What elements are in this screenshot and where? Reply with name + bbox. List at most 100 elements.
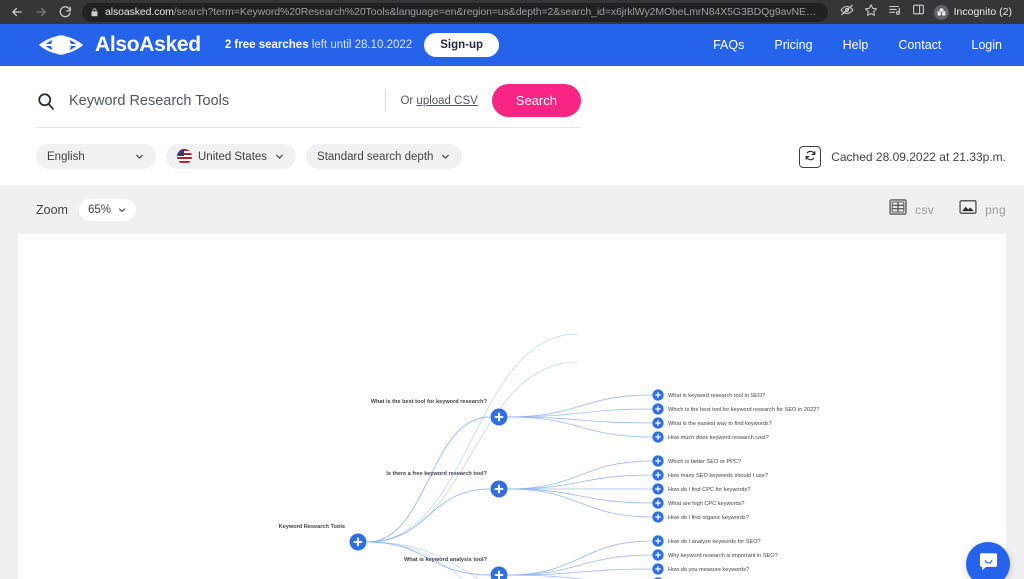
search-row: Or upload CSV Search [36,84,581,128]
graph-node-label: What are high CPC keywords? [668,501,744,507]
upload-csv-group: Or upload CSV [400,95,477,107]
forward-button[interactable] [30,1,52,23]
cached-text: Cached 28.09.2022 at 21.33p.m. [831,149,1006,164]
graph-leaf-node-3-2[interactable] [652,549,664,561]
zoom-select[interactable]: 65% [78,198,136,221]
site-header: AlsoAsked 2 free searches left until 28.… [0,24,1024,66]
graph-node-label: Why keyword research is important in SEO… [668,553,778,559]
graph-edge [507,460,654,490]
reading-list-icon [888,3,902,22]
back-button[interactable] [6,1,28,23]
header-nav: FAQs Pricing Help Contact Login [713,38,1002,52]
upload-csv-link[interactable]: upload CSV [416,95,477,107]
graph-node-label: What is the best tool for keyword resear… [371,399,488,405]
graph-edge [507,474,654,490]
graph-leaf-node-1-1[interactable] [652,389,664,401]
nav-item-contact[interactable]: Contact [898,38,941,52]
graph-leaf-node-3-3[interactable] [652,563,664,575]
forward-arrow-icon [34,5,48,19]
graph-branch-node-2[interactable] [490,480,508,498]
graph-node-label: How much does keyword research cost? [668,435,769,441]
reload-icon [58,5,72,19]
graph-svg: Keyword Research Tools What is the best t… [279,333,819,579]
brand-name: AlsoAsked [95,33,201,56]
region-select[interactable]: United States [166,144,297,169]
graph-edge [366,416,491,543]
graph-leaf-node-2-1[interactable] [652,455,664,467]
graph-node-label: Which is the best tool for keyword resea… [668,407,819,413]
graph-node-label: Keyword Research Tools [279,524,345,530]
search-button[interactable]: Search [491,84,581,117]
chevron-down-icon [440,151,451,162]
free-searches-notice: 2 free searches left until 28.10.2022 [225,39,412,51]
export-png-button[interactable]: png [958,197,1006,222]
graph-root-node[interactable] [349,533,367,551]
graph-leaf-node-1-2[interactable] [652,403,664,415]
export-csv-button[interactable]: csv [888,197,934,222]
graph-branch-node-1[interactable] [490,408,508,426]
brand-logo-link[interactable]: AlsoAsked [36,33,201,57]
reading-list-button[interactable] [884,1,906,23]
chevron-down-icon [274,151,285,162]
reload-button[interactable] [54,1,76,23]
export-png-label: png [985,202,1006,217]
incognito-avatar-icon [933,4,949,20]
graph-leaf-node-3-1[interactable] [652,535,664,547]
graph-edge [507,488,654,504]
address-bar[interactable]: alsoasked.com/search?term=Keyword%20Rese… [82,2,828,22]
filter-row: English United States Standard search de… [0,128,1024,185]
nav-item-faqs[interactable]: FAQs [713,38,744,52]
graph-branch-node-3[interactable] [490,566,508,579]
graph-leaf-node-1-4[interactable] [652,431,664,443]
signup-button[interactable]: Sign-up [424,33,499,57]
graph-leaf-node-2-2[interactable] [652,469,664,481]
graph-edge [507,574,585,579]
language-value: English [47,150,85,163]
graph-node-label: How do I analyze keywords for SEO? [668,539,761,545]
graph-edge [366,361,579,543]
graph-leaf-node-2-5[interactable] [652,511,664,523]
image-icon [958,197,978,222]
star-icon [864,3,878,22]
refresh-button[interactable] [799,145,822,168]
graph-edge [366,488,491,543]
search-input[interactable] [69,92,380,109]
nav-item-login[interactable]: Login [971,38,1002,52]
zoom-label: Zoom [36,202,68,217]
search-section: Or upload CSV Search [0,66,1024,128]
search-depth-select[interactable]: Standard search depth [306,144,463,169]
graph-leaf-node-2-4[interactable] [652,497,664,509]
graph-edge [507,394,654,418]
url-host: alsoasked.com [105,6,174,18]
export-group: csv png [888,197,1006,222]
graph-leaf-node-2-3[interactable] [652,483,664,495]
nav-item-help[interactable]: Help [843,38,869,52]
free-searches-count: 2 free searches [224,39,309,51]
lock-icon [90,7,99,17]
graph-canvas-area: Keyword Research Tools What is the best t… [0,234,1024,579]
cached-status: Cached 28.09.2022 at 21.33p.m. [799,145,1006,168]
url-path: /search?term=Keyword%20Research%20Tools&… [173,6,820,18]
nav-item-pricing[interactable]: Pricing [774,38,812,52]
profile-button[interactable]: Incognito (2) [932,4,1018,20]
zoom-toolbar: Zoom 65% csv png [0,185,1024,234]
browser-right-controls: Incognito (2) [836,1,1018,23]
side-panel-icon [912,3,925,21]
export-csv-label: csv [915,202,935,217]
graph-leaf-node-1-3[interactable] [652,417,664,429]
graph-node-label: How do I find organic keywords? [668,515,749,521]
chat-bubble-icon [977,550,1000,578]
graph-node-label: How do you measure keywords? [668,567,749,573]
bookmark-button[interactable] [860,1,882,23]
zoom-value: 65% [87,203,111,216]
graph-node-label: What is the easiest way to find keywords… [668,421,772,427]
graph-canvas[interactable]: Keyword Research Tools What is the best t… [18,234,1006,579]
side-panel-button[interactable] [908,1,930,23]
graph-node-label: Which is better SEO or PPC? [668,459,741,465]
extension-button[interactable] [836,1,858,23]
chevron-down-icon [117,205,127,215]
language-select[interactable]: English [36,144,156,169]
chat-widget-button[interactable] [966,542,1010,579]
graph-edge [507,540,654,576]
profile-label: Incognito (2) [953,6,1012,18]
